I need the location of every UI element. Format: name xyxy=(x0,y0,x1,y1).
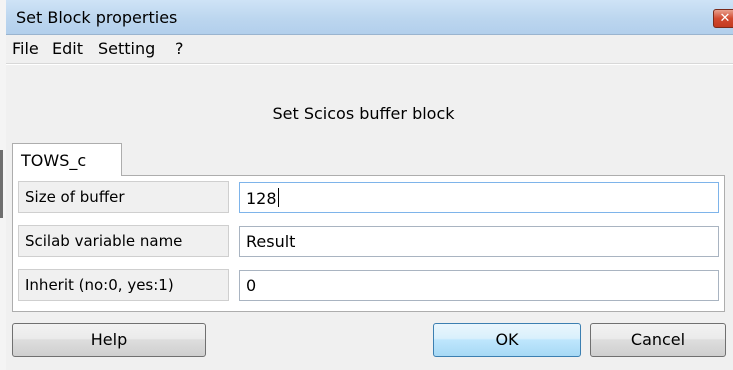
menu-help-question[interactable]: ? xyxy=(174,39,185,58)
menu-edit[interactable]: Edit xyxy=(51,39,84,58)
menu-bar: File Edit Setting ? xyxy=(6,35,733,64)
tab-tows-c[interactable]: TOWS_c xyxy=(12,143,122,176)
background-window-mark xyxy=(0,150,3,218)
close-icon[interactable]: ✕ xyxy=(713,9,733,28)
window-title: Set Block properties xyxy=(16,8,178,27)
field-value: 128 xyxy=(246,189,277,208)
ok-button[interactable]: OK xyxy=(433,323,581,357)
cancel-button[interactable]: Cancel xyxy=(590,323,726,357)
size-of-buffer-field[interactable]: 128 xyxy=(239,182,719,213)
label-size-of-buffer: Size of buffer xyxy=(18,181,229,213)
title-bar[interactable]: Set Block properties xyxy=(6,0,733,35)
tab-label: TOWS_c xyxy=(21,151,87,170)
scilab-variable-name-field[interactable]: Result xyxy=(239,226,719,257)
label-inherit: Inherit (no:0, yes:1) xyxy=(18,269,229,301)
inherit-field[interactable]: 0 xyxy=(239,270,719,301)
field-label: Inherit (no:0, yes:1) xyxy=(25,276,174,294)
text-caret xyxy=(277,188,279,207)
help-button[interactable]: Help xyxy=(12,323,206,357)
menu-file[interactable]: File xyxy=(11,39,40,58)
dialog-heading: Set Scicos buffer block xyxy=(272,104,455,123)
field-value: 0 xyxy=(246,276,257,295)
field-label: Size of buffer xyxy=(25,188,125,206)
menu-setting[interactable]: Setting xyxy=(97,39,156,58)
field-label: Scilab variable name xyxy=(25,232,183,250)
field-value: Result xyxy=(246,232,296,251)
header-band xyxy=(6,64,733,101)
label-scilab-variable-name: Scilab variable name xyxy=(18,225,229,257)
